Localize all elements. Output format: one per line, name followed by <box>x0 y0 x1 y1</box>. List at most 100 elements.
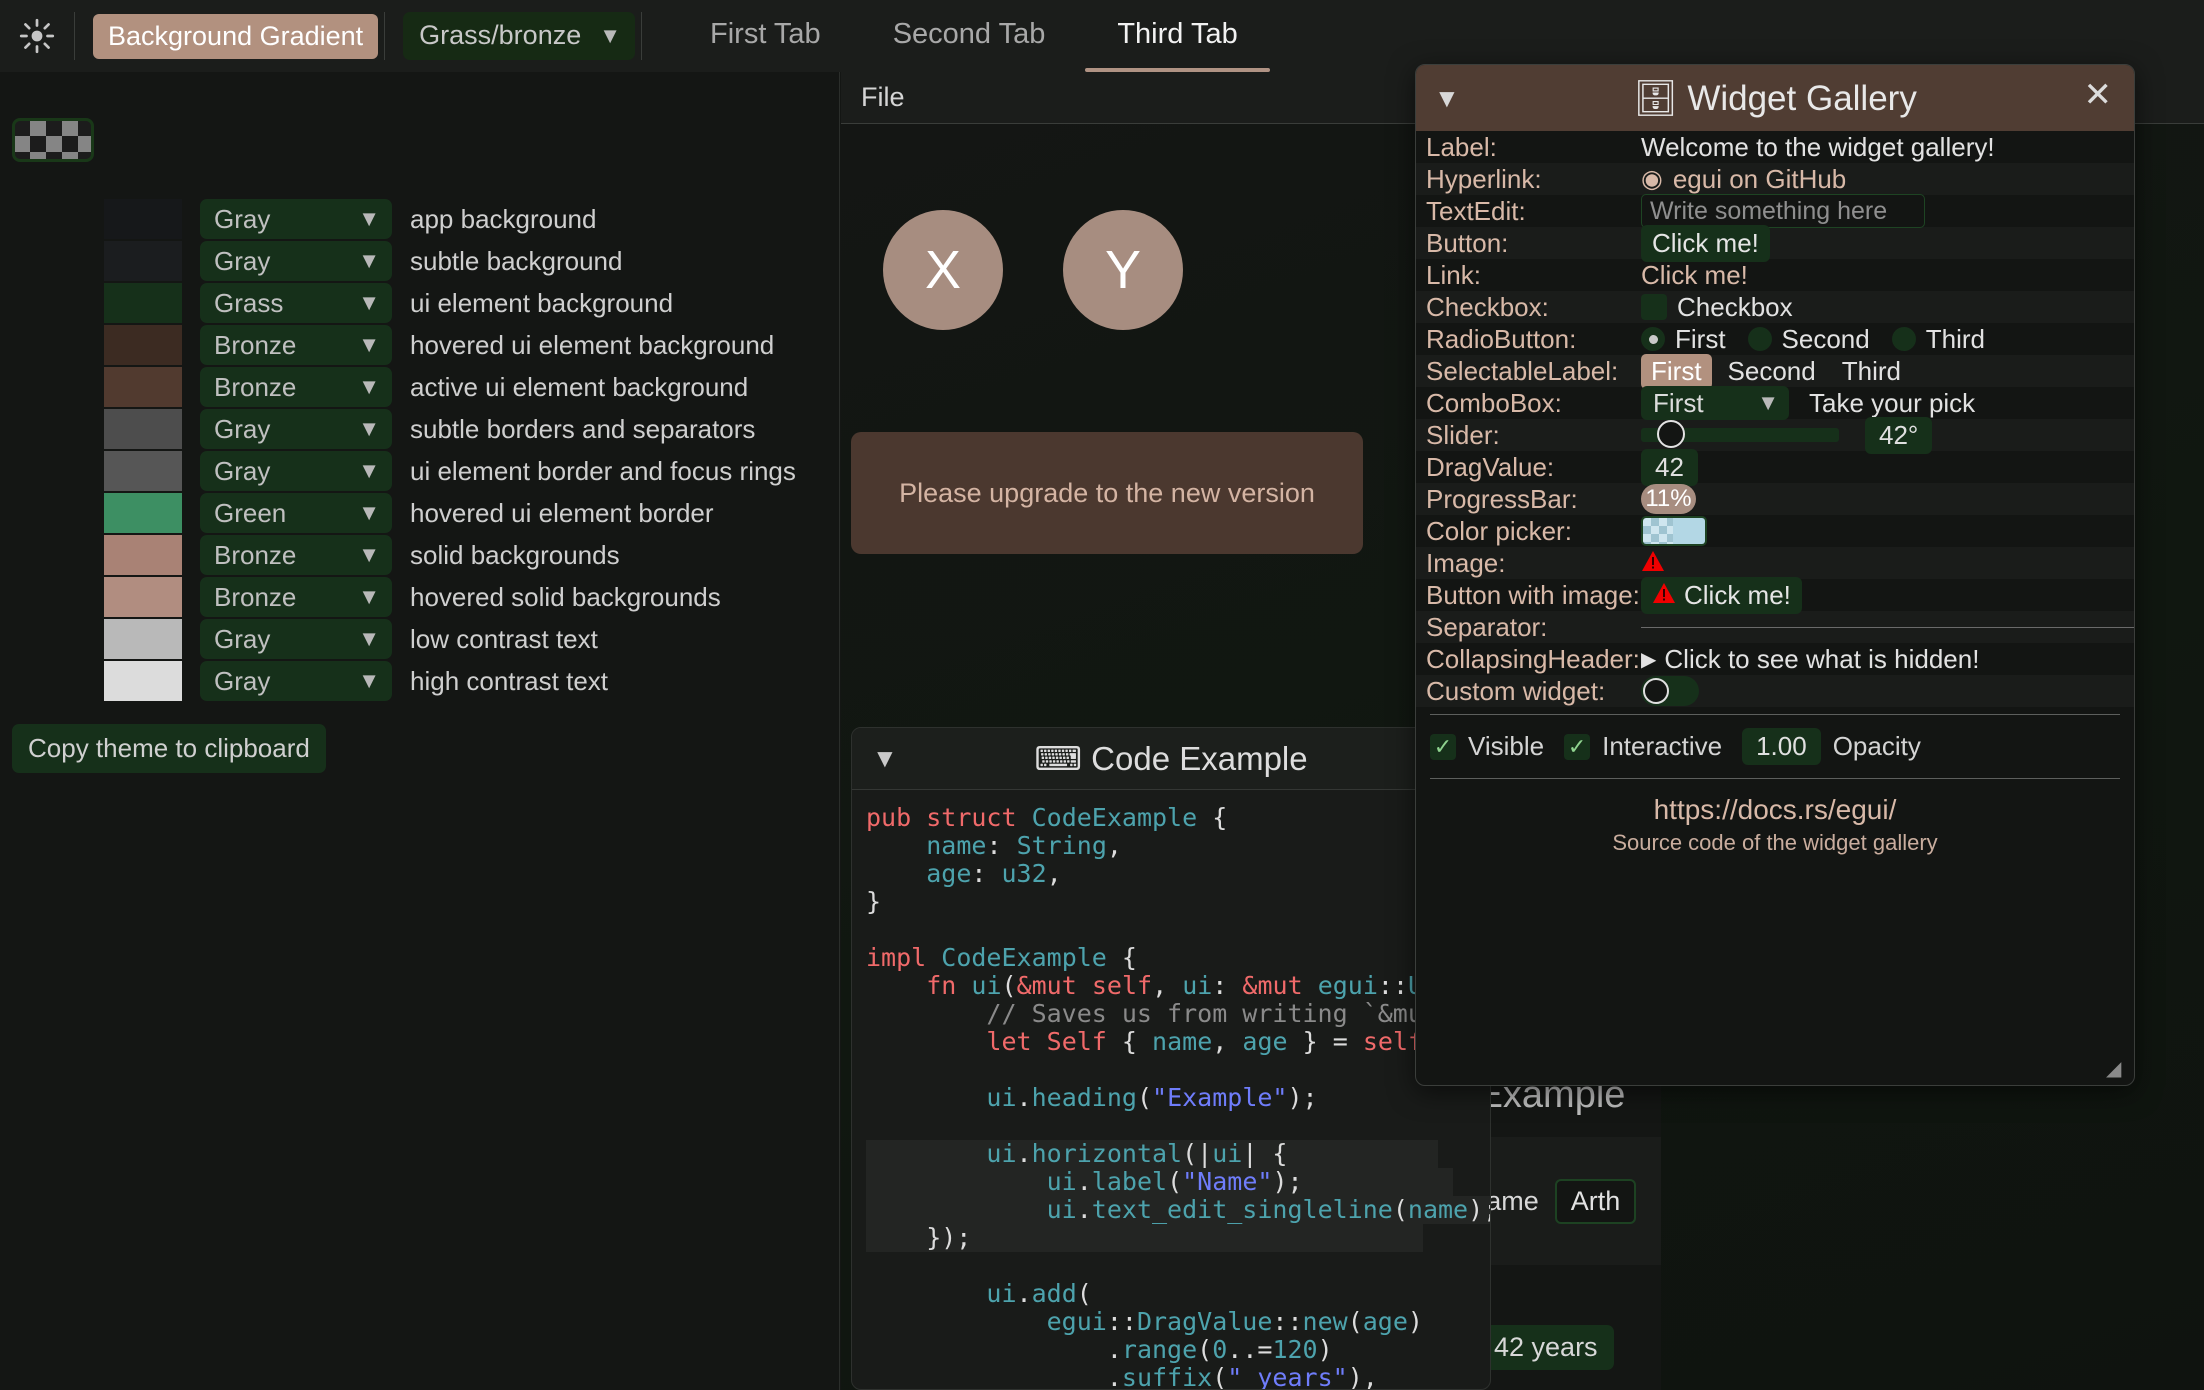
avatar[interactable]: Y <box>1063 210 1183 330</box>
click-me-button[interactable]: Click me! <box>1641 225 1770 262</box>
color-family-combobox[interactable]: Gray ▼ <box>200 409 392 449</box>
code-example-titlebar: ▼ ⌨︎ Code Example <box>852 728 1490 790</box>
top-toolbar: Background Gradient Grass/bronze ▼ First… <box>0 0 2204 72</box>
docs-url-link[interactable]: https://docs.rs/egui/ <box>1416 794 2134 826</box>
interactive-label: Interactive <box>1602 731 1722 762</box>
close-icon[interactable]: ✕ <box>2084 78 2113 112</box>
color-family-combobox[interactable]: Gray ▼ <box>200 199 392 239</box>
table-row: Gray ▼ high contrast text <box>0 660 839 702</box>
collapsing-header-label[interactable]: Click to see what is hidden! <box>1664 644 1979 675</box>
color-role-label: hovered ui element border <box>410 498 714 529</box>
opacity-label: Opacity <box>1833 731 1921 762</box>
row-link-name: Link: <box>1426 260 1641 291</box>
color-swatch[interactable] <box>104 199 182 239</box>
combobox-hint: Take your pick <box>1809 388 1975 419</box>
triangle-down-icon[interactable]: ▼ <box>1434 83 1460 114</box>
chevron-down-icon: ▼ <box>358 250 380 272</box>
tab-third[interactable]: Third Tab <box>1081 0 1273 72</box>
color-role-label: ui element border and focus rings <box>410 456 796 487</box>
row-image: Image: <box>1416 547 2134 579</box>
radio-third[interactable] <box>1892 327 1916 351</box>
radio-second[interactable] <box>1748 327 1772 351</box>
radio-third-label: Third <box>1926 324 1985 355</box>
color-swatch[interactable] <box>104 535 182 575</box>
color-role-label: active ui element background <box>410 372 748 403</box>
color-family-combobox[interactable]: Bronze ▼ <box>200 577 392 617</box>
color-family-value: Green <box>214 498 286 529</box>
color-family-combobox[interactable]: Gray ▼ <box>200 619 392 659</box>
color-family-combobox[interactable]: Grass ▼ <box>200 283 392 323</box>
radio-second-label: Second <box>1782 324 1870 355</box>
row-progressbar: ProgressBar: 11% <box>1416 483 2134 515</box>
textedit-input[interactable]: Write something here <box>1641 194 1925 228</box>
color-family-combobox[interactable]: Gray ▼ <box>200 661 392 701</box>
gallery-combobox[interactable]: First ▼ <box>1641 386 1789 420</box>
custom-toggle-switch[interactable] <box>1641 676 1699 706</box>
code-example-window: ▼ ⌨︎ Code Example pub struct CodeExample… <box>851 727 1491 1390</box>
chevron-down-icon: ▼ <box>358 502 380 524</box>
selectable-first[interactable]: First <box>1641 354 1712 389</box>
visible-checkbox[interactable]: ✓ <box>1430 734 1456 760</box>
github-icon: ◉ <box>1641 164 1663 194</box>
color-picker-swatch[interactable] <box>1641 516 1707 546</box>
widget-gallery-titlebar[interactable]: ▼ 🗄︎ Widget Gallery ✕ <box>1416 65 2134 131</box>
copy-theme-to-clipboard-button[interactable]: Copy theme to clipboard <box>12 724 326 773</box>
row-colorpicker-name: Color picker: <box>1426 516 1641 547</box>
widget-gallery-grid: Label: Welcome to the widget gallery! Hy… <box>1416 131 2134 707</box>
color-swatch[interactable] <box>104 325 182 365</box>
color-swatch[interactable] <box>104 409 182 449</box>
triangle-down-icon[interactable]: ▼ <box>872 743 898 774</box>
color-swatch[interactable] <box>104 241 182 281</box>
sun-icon[interactable] <box>6 5 68 67</box>
color-swatch[interactable] <box>104 577 182 617</box>
color-family-combobox[interactable]: Bronze ▼ <box>200 367 392 407</box>
checkbox-toggle[interactable] <box>1641 294 1667 320</box>
color-swatch[interactable] <box>104 451 182 491</box>
alpha-checker <box>1643 518 1673 544</box>
avatar[interactable]: X <box>883 210 1003 330</box>
tab-first[interactable]: First Tab <box>674 0 857 72</box>
code-example-title: ⌨︎ Code Example <box>852 739 1490 778</box>
color-family-combobox[interactable]: Bronze ▼ <box>200 325 392 365</box>
menu-item-file[interactable]: File <box>861 82 905 113</box>
slider-control[interactable] <box>1641 420 1839 450</box>
row-button: Button: Click me! <box>1416 227 2134 259</box>
theme-combobox[interactable]: Grass/bronze ▼ <box>403 12 635 60</box>
source-code-link[interactable]: Source code of the widget gallery <box>1416 830 2134 856</box>
triangle-right-icon[interactable]: ▶ <box>1641 647 1656 672</box>
background-gradient-button[interactable]: Background Gradient <box>93 14 378 59</box>
color-family-combobox[interactable]: Gray ▼ <box>200 451 392 491</box>
warning-triangle-icon <box>1652 580 1676 611</box>
opacity-dragvalue[interactable]: 1.00 <box>1742 728 1821 765</box>
row-label-value: Welcome to the widget gallery! <box>1641 132 2134 163</box>
color-family-combobox[interactable]: Green ▼ <box>200 493 392 533</box>
age-dragvalue[interactable]: 42 years <box>1478 1325 1614 1370</box>
row-hyperlink-name: Hyperlink: <box>1426 164 1641 195</box>
name-input[interactable]: Arth <box>1555 1179 1637 1224</box>
row-separator-name: Separator: <box>1426 612 1641 643</box>
color-role-label: subtle background <box>410 246 622 277</box>
row-image-name: Image: <box>1426 548 1641 579</box>
color-swatch[interactable] <box>104 367 182 407</box>
resize-handle[interactable]: ◢ <box>2106 1059 2126 1079</box>
slider-handle[interactable] <box>1657 420 1685 448</box>
selectable-second[interactable]: Second <box>1718 354 1826 389</box>
dragvalue-field[interactable]: 42 <box>1641 449 1698 486</box>
color-family-combobox[interactable]: Gray ▼ <box>200 241 392 281</box>
color-swatch[interactable] <box>104 493 182 533</box>
upgrade-notice: Please upgrade to the new version <box>851 432 1363 554</box>
color-family-combobox[interactable]: Bronze ▼ <box>200 535 392 575</box>
color-swatch[interactable] <box>104 283 182 323</box>
button-with-image[interactable]: Click me! <box>1641 577 1802 614</box>
interactive-checkbox[interactable]: ✓ <box>1564 734 1590 760</box>
hyperlink-egui-github[interactable]: egui on GitHub <box>1673 164 1846 195</box>
tab-second[interactable]: Second Tab <box>857 0 1082 72</box>
chevron-down-icon: ▼ <box>358 418 380 440</box>
color-role-label: hovered ui element background <box>410 330 774 361</box>
color-swatch[interactable] <box>104 619 182 659</box>
gallery-footer-controls: ✓ Visible ✓ Interactive 1.00 Opacity <box>1416 722 2134 771</box>
click-me-link[interactable]: Click me! <box>1641 260 1748 291</box>
radio-first[interactable] <box>1641 327 1665 351</box>
color-swatch[interactable] <box>104 661 182 701</box>
selectable-third[interactable]: Third <box>1832 354 1911 389</box>
